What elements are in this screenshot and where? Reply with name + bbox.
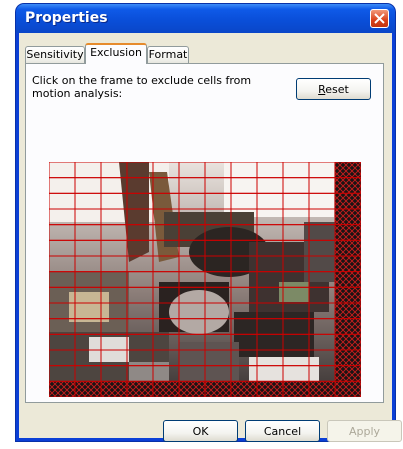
grid-cell[interactable] bbox=[126, 380, 154, 398]
grid-cell[interactable] bbox=[334, 318, 362, 335]
apply-button[interactable]: Apply bbox=[327, 420, 402, 442]
instruction-text: Click on the frame to exclude cells from… bbox=[32, 74, 252, 100]
grid-cell[interactable] bbox=[334, 349, 362, 367]
tab-sensitivity[interactable]: Sensitivity bbox=[25, 46, 85, 63]
camera-frame[interactable] bbox=[48, 161, 362, 398]
grid-cell[interactable] bbox=[334, 380, 362, 398]
grid-cell[interactable] bbox=[178, 380, 206, 398]
grid-cell[interactable] bbox=[334, 286, 362, 304]
window-title: Properties bbox=[25, 10, 108, 26]
tab-format[interactable]: Format bbox=[147, 46, 189, 63]
grid-cell[interactable] bbox=[334, 271, 362, 288]
grid-cell[interactable] bbox=[334, 302, 362, 320]
grid-cell[interactable] bbox=[100, 380, 128, 398]
tab-label: Sensitivity bbox=[26, 48, 84, 61]
properties-window: Properties Sensitivity Exclusion Format … bbox=[16, 4, 402, 442]
grid-cell[interactable] bbox=[334, 365, 362, 382]
grid-cell[interactable] bbox=[256, 380, 284, 398]
dialog-client-area: Sensitivity Exclusion Format Click on th… bbox=[19, 33, 402, 442]
tab-label: Format bbox=[148, 48, 188, 61]
ok-button[interactable]: OK bbox=[163, 420, 238, 442]
grid-cell[interactable] bbox=[204, 380, 232, 398]
grid-cell[interactable] bbox=[334, 192, 362, 210]
grid-cell[interactable] bbox=[334, 161, 362, 179]
grid-cell[interactable] bbox=[334, 224, 362, 241]
grid-cell[interactable] bbox=[230, 380, 258, 398]
close-button[interactable] bbox=[370, 9, 389, 28]
reset-button[interactable]: Reset bbox=[296, 78, 371, 100]
tab-label: Exclusion bbox=[90, 46, 142, 59]
grid-cell[interactable] bbox=[74, 380, 102, 398]
cancel-button[interactable]: Cancel bbox=[245, 420, 320, 442]
tab-exclusion[interactable]: Exclusion bbox=[85, 43, 147, 64]
grid-cell[interactable] bbox=[308, 380, 336, 398]
grid-cell[interactable] bbox=[334, 239, 362, 257]
grid-cell[interactable] bbox=[48, 380, 76, 398]
grid-cell[interactable] bbox=[334, 177, 362, 194]
reset-label: eset bbox=[325, 83, 349, 96]
motion-grid-svg[interactable] bbox=[48, 161, 362, 398]
grid-cell[interactable] bbox=[152, 380, 180, 398]
title-bar[interactable]: Properties bbox=[16, 4, 395, 33]
close-icon bbox=[374, 13, 385, 24]
grid-cell[interactable] bbox=[334, 333, 362, 351]
grid-cell[interactable] bbox=[282, 380, 310, 398]
exclusion-panel: Click on the frame to exclude cells from… bbox=[25, 63, 384, 403]
grid-cell[interactable] bbox=[334, 255, 362, 273]
grid-cell[interactable] bbox=[334, 208, 362, 226]
